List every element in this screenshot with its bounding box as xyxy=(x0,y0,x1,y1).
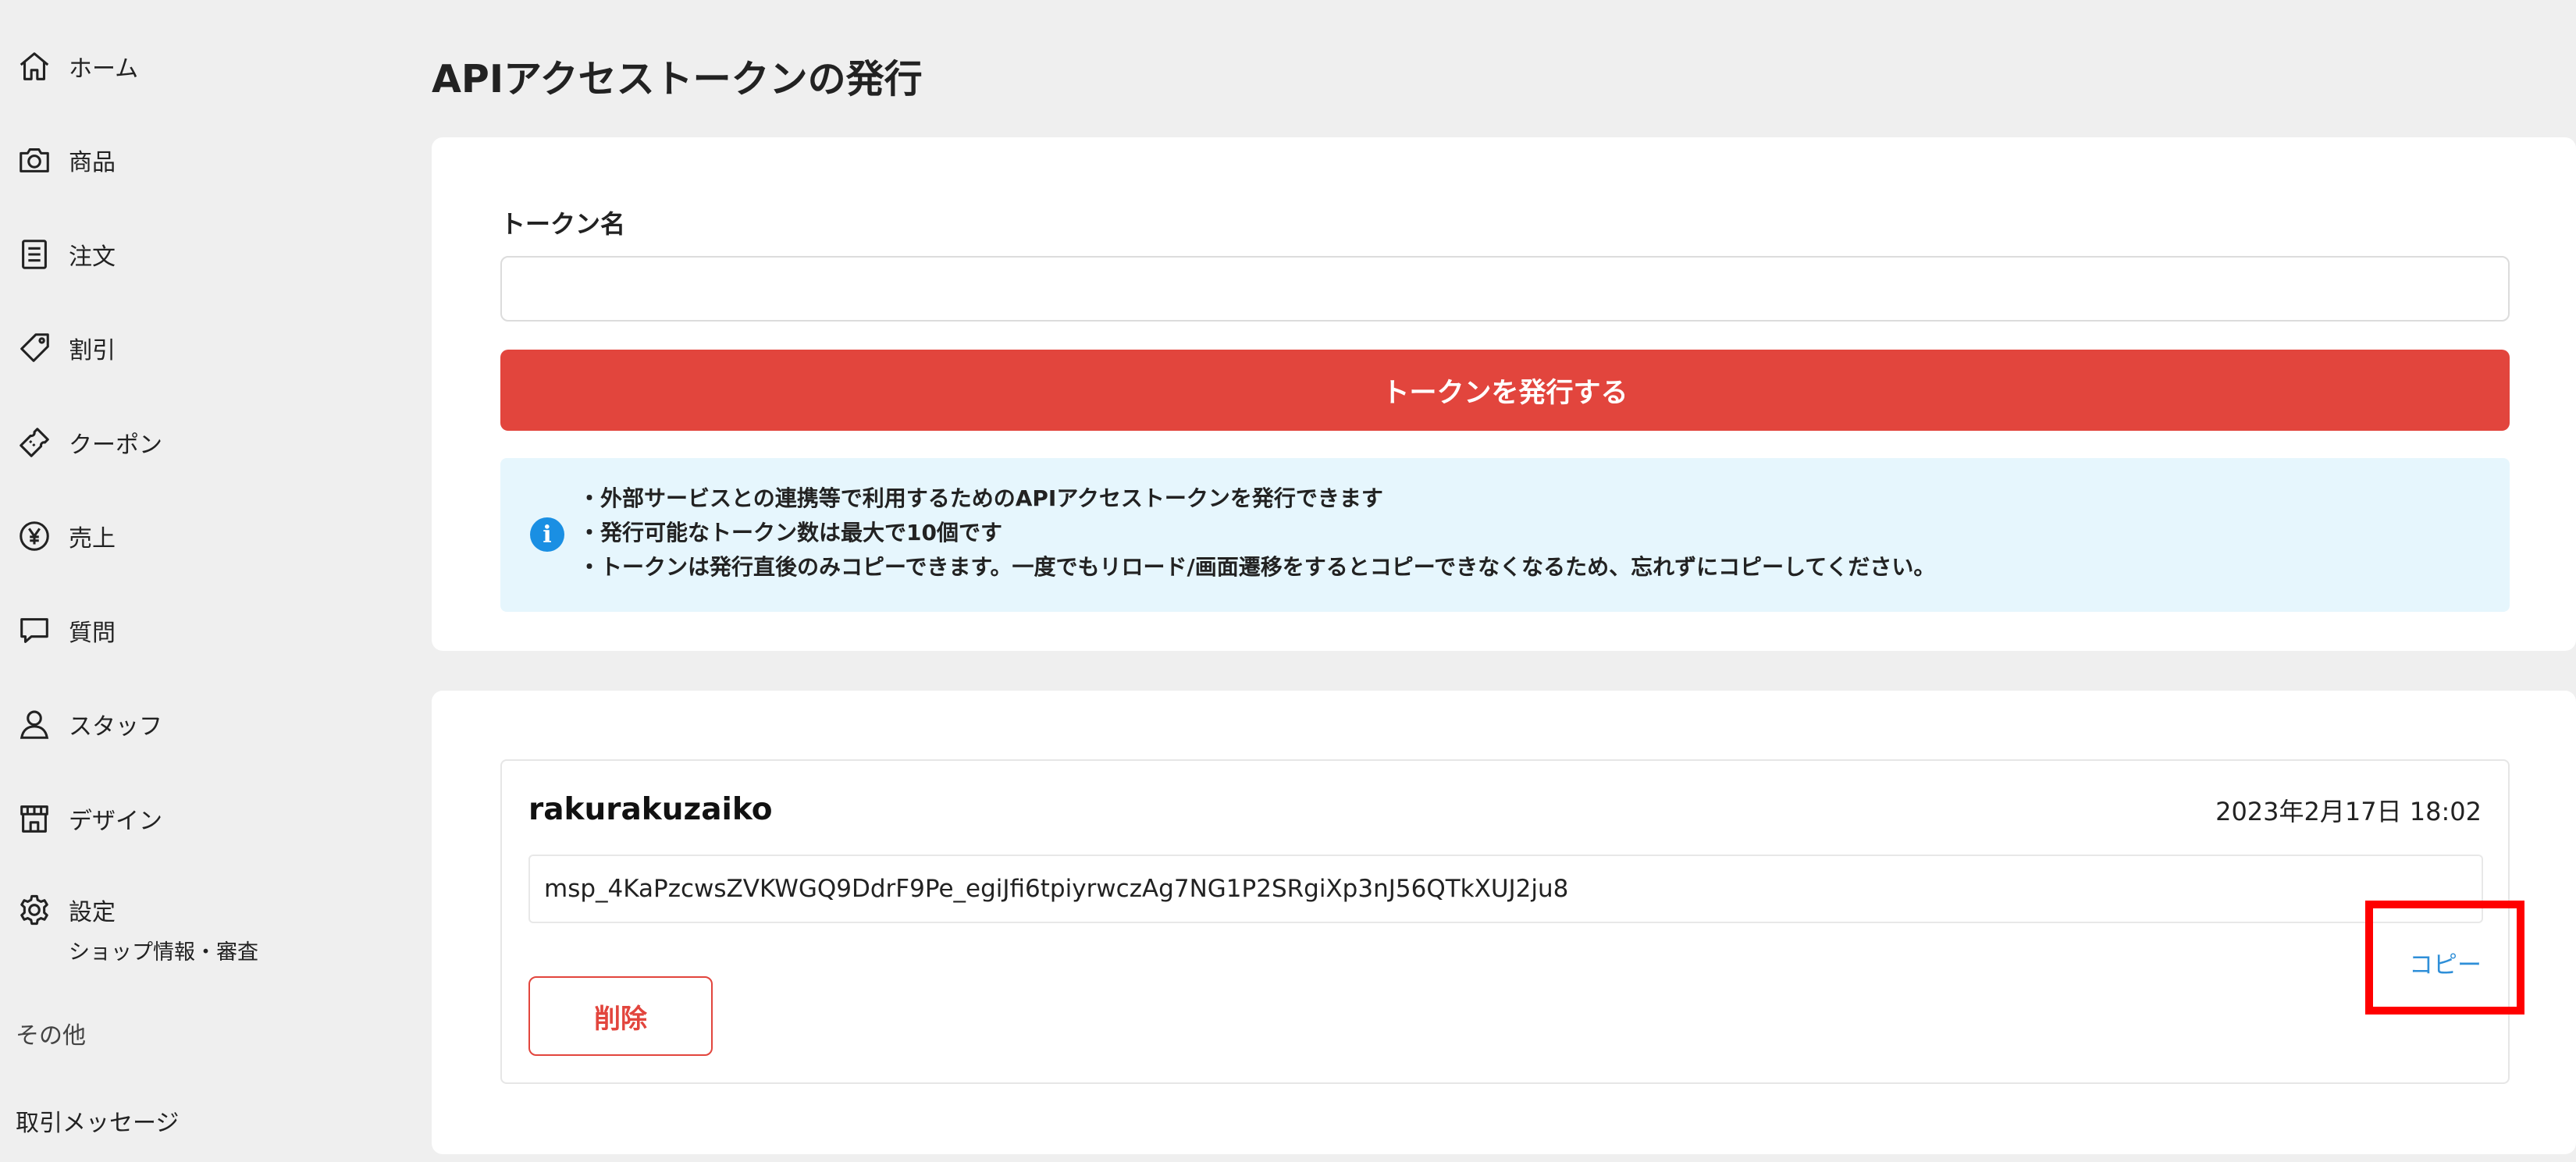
sidebar-item-coupons[interactable]: クーポン xyxy=(16,415,162,470)
info-lines: ・外部サービスとの連携等で利用するためのAPIアクセストークンを発行できます ・… xyxy=(578,482,1935,585)
sidebar-item-label: 注文 xyxy=(69,243,116,271)
info-line: ・発行可能なトークン数は最大で10個です xyxy=(578,520,1002,545)
tag-icon xyxy=(16,329,53,367)
person-icon xyxy=(16,705,53,743)
copy-token-link[interactable]: コピー xyxy=(2409,945,2482,980)
home-icon xyxy=(16,48,53,85)
sidebar-item-design[interactable]: デザイン xyxy=(16,791,162,846)
sidebar-item-discounts[interactable]: 割引 xyxy=(16,321,116,375)
token-name-label: トークン名 xyxy=(500,209,626,239)
sidebar-item-settings-sublabel: ショップ情報・審査 xyxy=(69,940,258,965)
sidebar-item-orders[interactable]: 注文 xyxy=(16,227,116,282)
app-root: ホーム 商品 注文 割引 クーポン 売上 質問 スタッフ デザイン 設定 ショッ… xyxy=(0,0,2576,1162)
yen-icon xyxy=(16,517,53,555)
sidebar-item-label: スタッフ xyxy=(69,713,162,741)
issue-token-card: トークン名 トークンを発行する i ・外部サービスとの連携等で利用するためのAP… xyxy=(432,137,2576,651)
sidebar-item-home[interactable]: ホーム xyxy=(16,39,138,94)
token-list-card: rakurakuzaiko 2023年2月17日 18:02 msp_4KaPz… xyxy=(432,691,2576,1154)
sidebar-item-settings[interactable]: 設定 xyxy=(16,883,116,937)
sidebar-item-label: 売上 xyxy=(69,525,116,553)
sidebar-item-messages[interactable]: 取引メッセージ xyxy=(16,1103,179,1138)
sidebar: ホーム 商品 注文 割引 クーポン 売上 質問 スタッフ デザイン 設定 ショッ… xyxy=(0,0,398,1162)
gear-icon xyxy=(16,891,53,929)
issue-token-button[interactable]: トークンを発行する xyxy=(500,350,2510,431)
sidebar-item-sales[interactable]: 売上 xyxy=(16,509,116,563)
sidebar-item-label: 質問 xyxy=(69,620,116,647)
storefront-icon xyxy=(16,800,53,837)
token-created-date: 2023年2月17日 18:02 xyxy=(2215,797,2482,826)
info-line: ・トークンは発行直後のみコピーできます。一度でもリロード/画面遷移をするとコピー… xyxy=(578,554,1936,580)
info-notice: i ・外部サービスとの連携等で利用するためのAPIアクセストークンを発行できます… xyxy=(500,458,2510,612)
chat-icon xyxy=(16,612,53,649)
page-title: APIアクセストークンの発行 xyxy=(432,57,923,101)
token-name-input[interactable] xyxy=(500,256,2510,322)
sidebar-item-label: クーポン xyxy=(69,432,162,459)
token-item: rakurakuzaiko 2023年2月17日 18:02 msp_4KaPz… xyxy=(500,759,2510,1084)
order-list-icon xyxy=(16,236,53,273)
sidebar-item-questions[interactable]: 質問 xyxy=(16,603,116,658)
token-value-field[interactable]: msp_4KaPzcwsZVKWGQ9DdrF9Pe_egiJfi6tpiyrw… xyxy=(528,855,2483,923)
sidebar-item-label: 設定 xyxy=(69,899,116,926)
ticket-icon xyxy=(16,424,53,461)
camera-icon xyxy=(16,141,53,179)
sidebar-item-label: デザイン xyxy=(69,808,162,835)
sidebar-item-label: ホーム xyxy=(69,55,139,83)
sidebar-item-label: 割引 xyxy=(69,337,116,364)
token-name: rakurakuzaiko xyxy=(528,792,773,827)
sidebar-item-staff[interactable]: スタッフ xyxy=(16,697,162,752)
info-line: ・外部サービスとの連携等で利用するためのAPIアクセストークンを発行できます xyxy=(578,485,1383,511)
sidebar-section-other: その他 xyxy=(16,1022,86,1050)
sidebar-item-products[interactable]: 商品 xyxy=(16,133,116,187)
sidebar-item-label: 商品 xyxy=(69,149,116,176)
delete-token-button[interactable]: 削除 xyxy=(528,976,713,1056)
info-icon: i xyxy=(530,517,564,552)
